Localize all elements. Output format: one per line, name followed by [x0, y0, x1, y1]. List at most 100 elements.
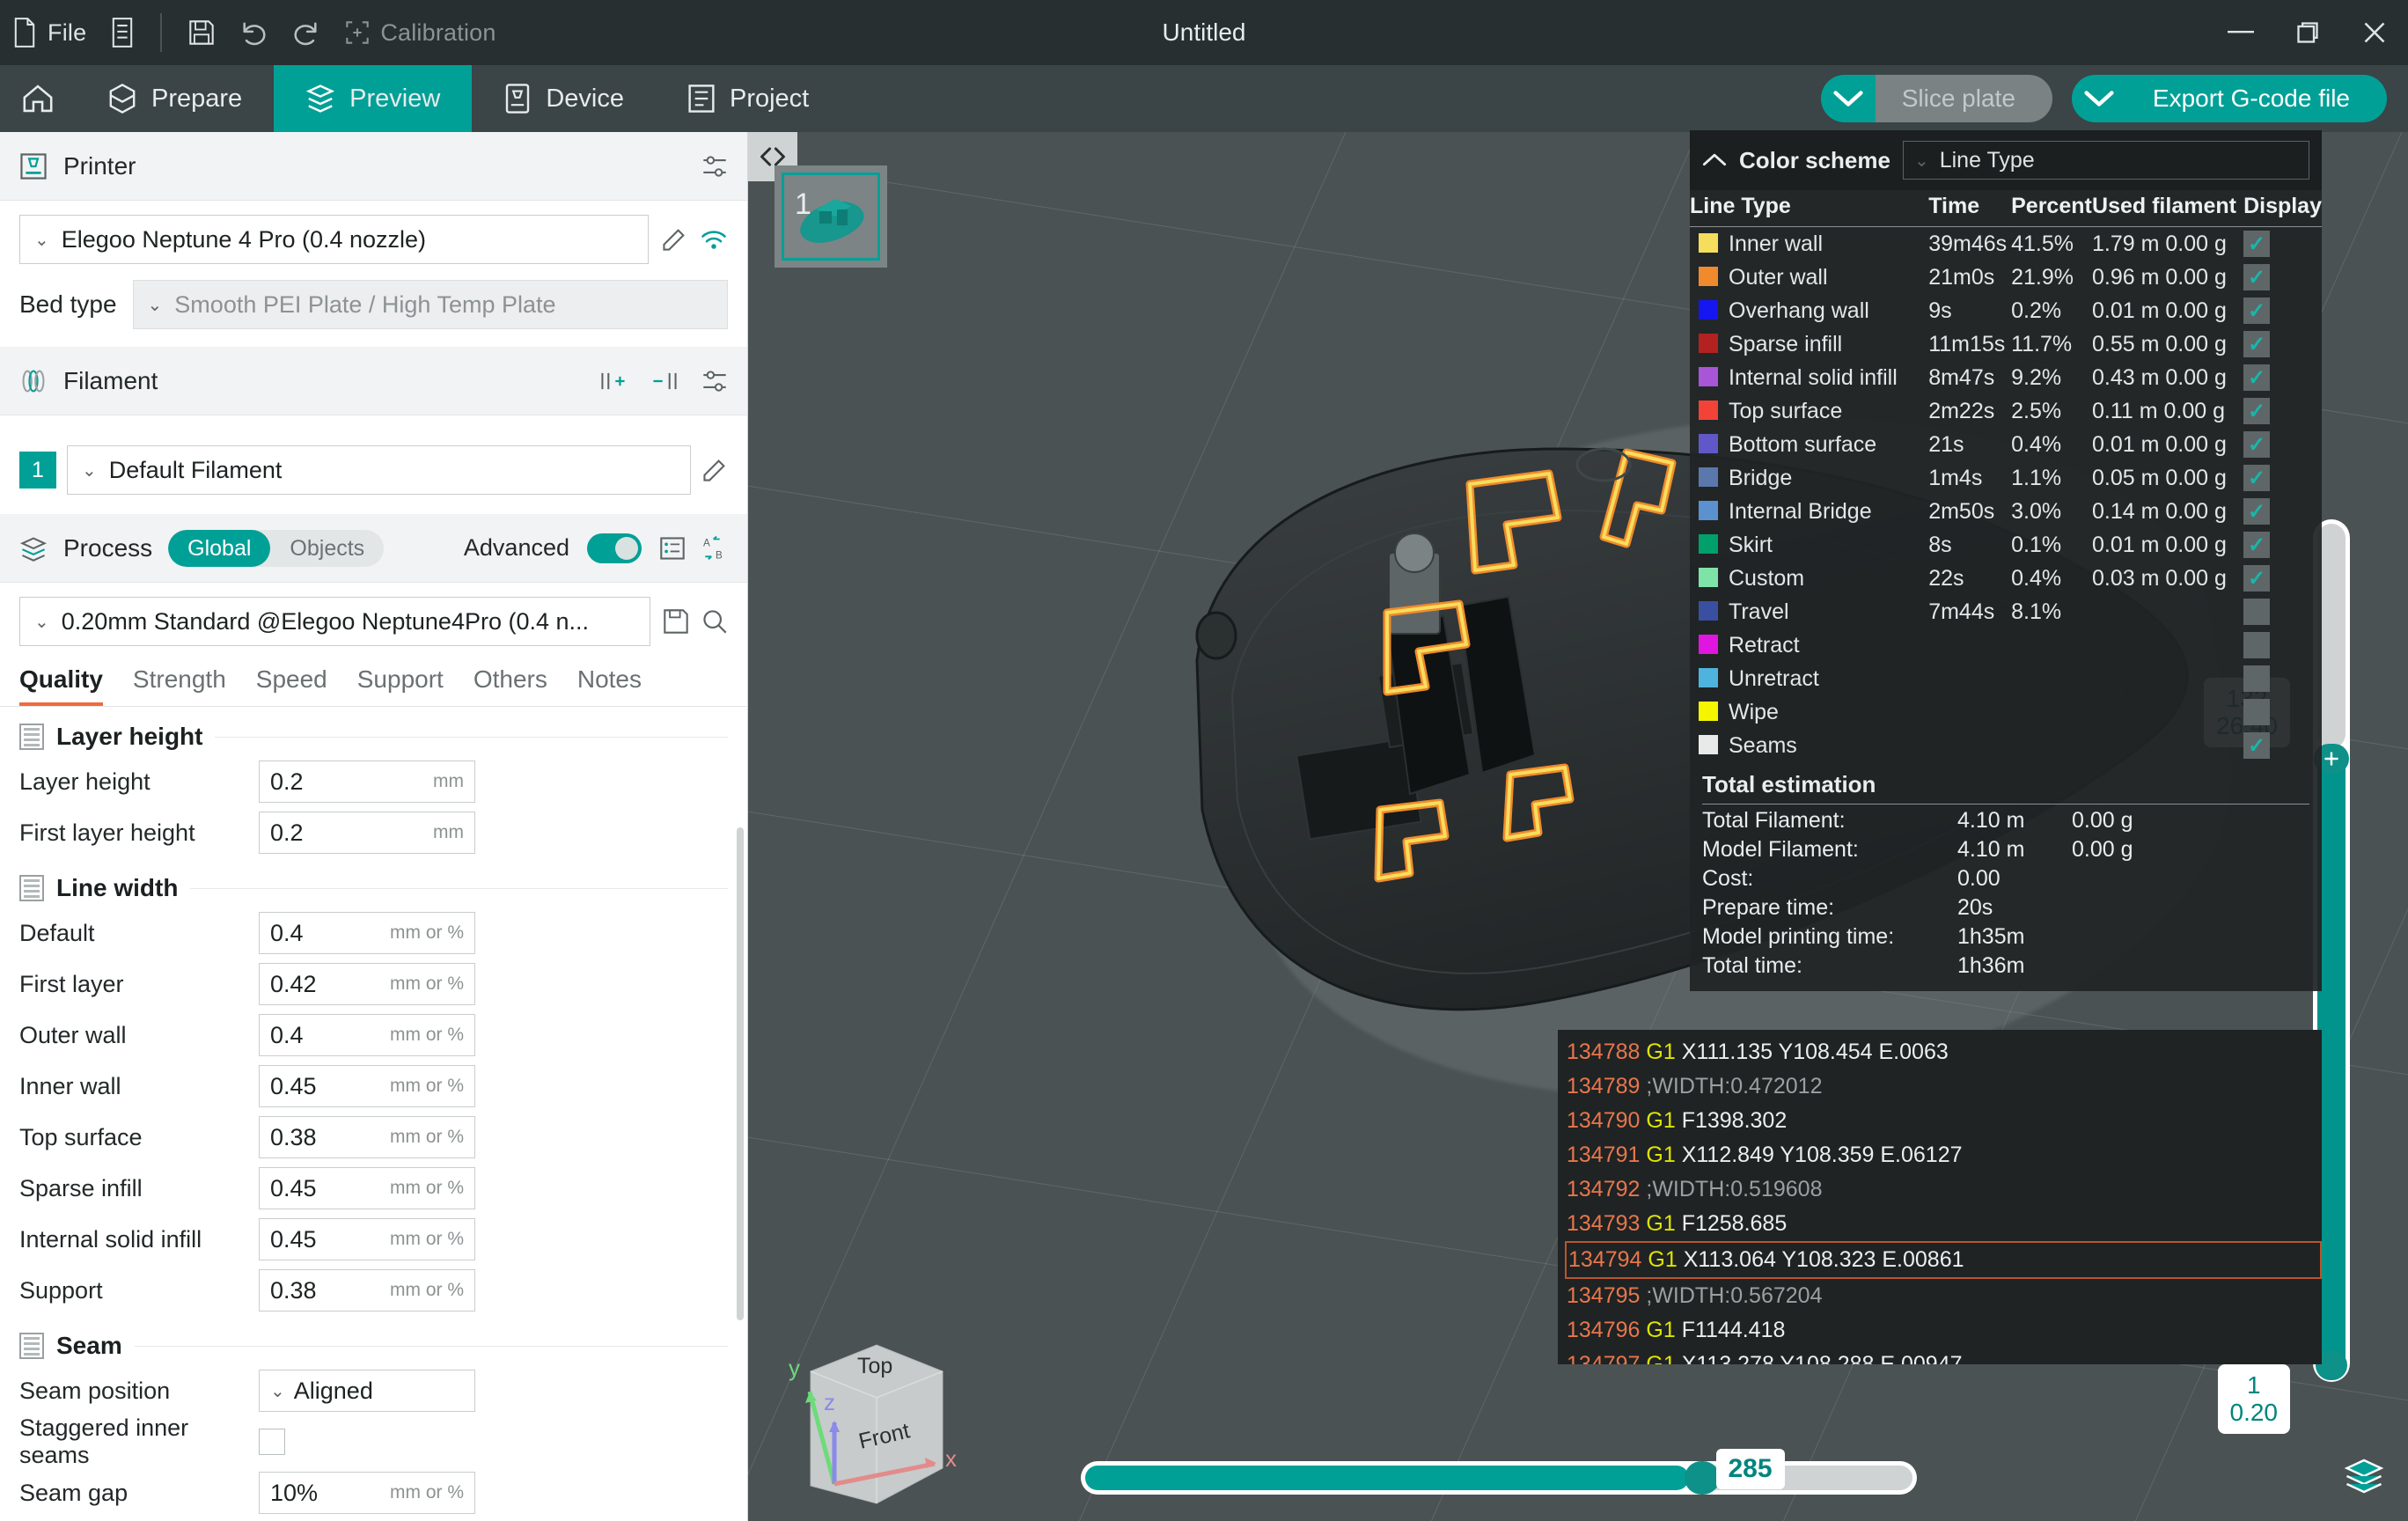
- parameter-input[interactable]: 0.45 mm or %: [259, 1065, 475, 1107]
- parameter-input[interactable]: 0.2 mm: [259, 760, 475, 803]
- edit-filament-icon[interactable]: [701, 457, 728, 483]
- gcode-console[interactable]: 134788 G1 X111.135 Y108.454 E.0063 134789…: [1558, 1030, 2322, 1364]
- maximize-button[interactable]: [2274, 0, 2341, 65]
- search-preset-icon[interactable]: [701, 608, 728, 635]
- printer-connection-icon[interactable]: [700, 228, 728, 251]
- slice-plate-label[interactable]: Slice plate: [1875, 75, 2052, 122]
- export-dropdown-arrow[interactable]: [2071, 75, 2126, 122]
- plate-thumbnail[interactable]: 1: [775, 165, 887, 268]
- sidebar-scrollbar[interactable]: [737, 827, 744, 1320]
- line-type-row[interactable]: Retract: [1690, 628, 2322, 662]
- color-scheme-select[interactable]: ⌄ Line Type: [1902, 141, 2309, 180]
- edit-printer-icon[interactable]: [661, 226, 687, 253]
- tab-strength[interactable]: Strength: [133, 665, 226, 706]
- gcode-line[interactable]: 134788 G1 X111.135 Y108.454 E.0063: [1567, 1035, 2322, 1069]
- line-type-row[interactable]: Bridge 1m4s 1.1% 0.05 m 0.00 g ✓: [1690, 461, 2322, 495]
- tab-preview[interactable]: Preview: [274, 65, 473, 132]
- line-type-row[interactable]: Custom 22s 0.4% 0.03 m 0.00 g ✓: [1690, 562, 2322, 595]
- moves-slider[interactable]: 285: [1081, 1449, 1917, 1495]
- close-button[interactable]: [2341, 0, 2408, 65]
- line-type-display-checkbox[interactable]: ✓: [2243, 465, 2271, 491]
- collapse-chevron-up-icon[interactable]: [1702, 151, 1727, 169]
- line-type-display-checkbox[interactable]: ✓: [2243, 264, 2271, 290]
- remove-filament-icon[interactable]: [650, 369, 679, 393]
- line-type-row[interactable]: Overhang wall 9s 0.2% 0.01 m 0.00 g ✓: [1690, 294, 2322, 327]
- line-type-row[interactable]: Wipe: [1690, 695, 2322, 729]
- line-type-row[interactable]: Internal Bridge 2m50s 3.0% 0.14 m 0.00 g ✓: [1690, 495, 2322, 528]
- process-preset-select[interactable]: ⌄ 0.20mm Standard @Elegoo Neptune4Pro (0…: [19, 597, 650, 646]
- line-type-row[interactable]: Top surface 2m22s 2.5% 0.11 m 0.00 g ✓: [1690, 394, 2322, 428]
- parameter-input[interactable]: 0.4 mm or %: [259, 1014, 475, 1056]
- line-type-row[interactable]: Internal solid infill 8m47s 9.2% 0.43 m 0.0…: [1690, 361, 2322, 394]
- line-type-row[interactable]: Travel 7m44s 8.1%: [1690, 595, 2322, 628]
- line-type-display-checkbox[interactable]: [2243, 665, 2271, 692]
- file-menu-button[interactable]: File: [0, 0, 99, 65]
- save-preset-icon[interactable]: [663, 608, 689, 635]
- gcode-line[interactable]: 134794 G1 X113.064 Y108.323 E.00861: [1565, 1241, 2322, 1279]
- compare-presets-icon[interactable]: AB: [703, 535, 728, 561]
- slice-plate-button[interactable]: Slice plate: [1820, 75, 2052, 122]
- tab-notes[interactable]: Notes: [577, 665, 642, 706]
- line-type-display-checkbox[interactable]: ✓: [2243, 298, 2271, 324]
- slice-plate-dropdown-arrow[interactable]: [1820, 75, 1876, 122]
- minimize-button[interactable]: [2207, 0, 2274, 65]
- line-type-display-checkbox[interactable]: ✓: [2243, 732, 2271, 759]
- gcode-line[interactable]: 134793 G1 F1258.685: [1567, 1207, 2322, 1241]
- parameter-input[interactable]: 0.38 mm or %: [259, 1269, 475, 1312]
- line-type-display-checkbox[interactable]: [2243, 599, 2271, 625]
- filament-settings-icon[interactable]: [701, 368, 728, 394]
- line-type-row[interactable]: Sparse infill 11m15s 11.7% 0.55 m 0.00 g ✓: [1690, 327, 2322, 361]
- line-type-row[interactable]: Skirt 8s 0.1% 0.01 m 0.00 g ✓: [1690, 528, 2322, 562]
- save-button[interactable]: [176, 0, 227, 65]
- parameter-input[interactable]: 0.4 mm or %: [259, 912, 475, 954]
- parameter-input[interactable]: 0.45 mm or %: [259, 1167, 475, 1209]
- tab-quality[interactable]: Quality: [19, 665, 103, 706]
- parameter-input[interactable]: 10% mm or %: [259, 1472, 475, 1514]
- line-type-display-checkbox[interactable]: ✓: [2243, 498, 2271, 525]
- gcode-line[interactable]: 134796 G1 F1144.418: [1567, 1313, 2322, 1348]
- gcode-line[interactable]: 134795 ;WIDTH:0.567204: [1567, 1279, 2322, 1313]
- parameter-list-icon[interactable]: [659, 536, 686, 561]
- export-gcode-label[interactable]: Export G-code file: [2125, 75, 2387, 122]
- line-type-display-checkbox[interactable]: ✓: [2243, 331, 2271, 357]
- line-type-display-checkbox[interactable]: ✓: [2243, 431, 2271, 458]
- process-scope-global[interactable]: Global: [168, 529, 271, 567]
- printer-select[interactable]: ⌄ Elegoo Neptune 4 Pro (0.4 nozzle): [19, 215, 649, 264]
- line-type-row[interactable]: Bottom surface 21s 0.4% 0.01 m 0.00 g ✓: [1690, 428, 2322, 461]
- undo-button[interactable]: [227, 0, 280, 65]
- gcode-line[interactable]: 134789 ;WIDTH:0.472012: [1567, 1069, 2322, 1104]
- redo-button[interactable]: [280, 0, 333, 65]
- parameter-input[interactable]: 0.38 mm or %: [259, 1116, 475, 1158]
- parameter-input[interactable]: 0.42 mm or %: [259, 963, 475, 1005]
- tab-speed[interactable]: Speed: [256, 665, 327, 706]
- gcode-line[interactable]: 134792 ;WIDTH:0.519608: [1567, 1172, 2322, 1207]
- parameter-checkbox[interactable]: [259, 1429, 285, 1455]
- home-button[interactable]: [0, 65, 76, 132]
- bed-type-select[interactable]: ⌄ Smooth PEI Plate / High Temp Plate: [132, 280, 728, 329]
- tab-prepare[interactable]: Prepare: [76, 65, 274, 132]
- moves-slider-handle[interactable]: [1684, 1461, 1720, 1495]
- line-type-row[interactable]: Seams ✓: [1690, 729, 2322, 762]
- add-filament-icon[interactable]: [599, 369, 628, 393]
- view-layers-button[interactable]: [2343, 1457, 2385, 1502]
- gcode-line[interactable]: 134791 G1 X112.849 Y108.359 E.06127: [1567, 1138, 2322, 1172]
- line-type-row[interactable]: Unretract: [1690, 662, 2322, 695]
- line-type-display-checkbox[interactable]: ✓: [2243, 565, 2271, 592]
- process-scope-segmented[interactable]: Global Objects: [168, 529, 385, 567]
- parameter-input[interactable]: 0.45 mm or %: [259, 1218, 475, 1260]
- line-type-display-checkbox[interactable]: ✓: [2243, 364, 2271, 391]
- line-type-display-checkbox[interactable]: [2243, 632, 2271, 658]
- line-type-display-checkbox[interactable]: ✓: [2243, 398, 2271, 424]
- parameter-input[interactable]: 0.2 mm: [259, 812, 475, 854]
- gcode-line[interactable]: 134797 G1 X113.278 Y108.288 E.00947: [1567, 1348, 2322, 1364]
- tab-others[interactable]: Others: [474, 665, 547, 706]
- advanced-toggle[interactable]: [587, 533, 642, 563]
- line-type-display-checkbox[interactable]: [2243, 699, 2271, 725]
- tab-device[interactable]: Device: [472, 65, 656, 132]
- calibration-button[interactable]: Calibration: [333, 0, 508, 65]
- filament-select[interactable]: ⌄ Default Filament: [67, 445, 691, 495]
- process-scope-objects[interactable]: Objects: [270, 530, 384, 567]
- printer-settings-icon[interactable]: [701, 153, 728, 180]
- line-type-display-checkbox[interactable]: ✓: [2243, 532, 2271, 558]
- export-gcode-button[interactable]: Export G-code file: [2071, 75, 2387, 122]
